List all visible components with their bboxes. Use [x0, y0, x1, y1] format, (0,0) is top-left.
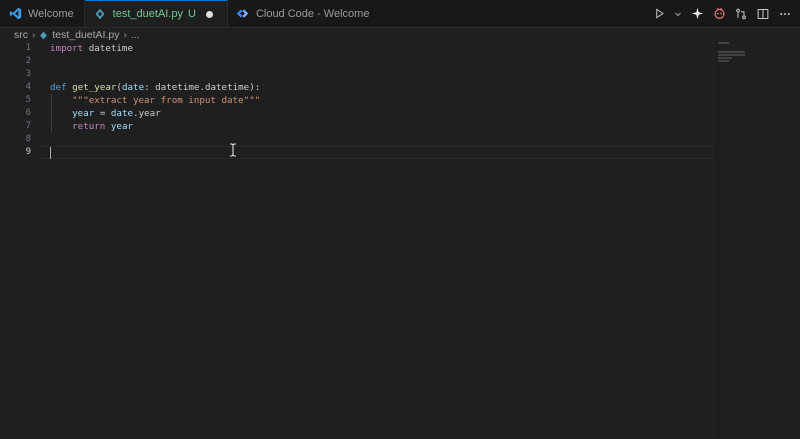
copilot-icon[interactable] [712, 7, 726, 21]
tab-cloud-code-welcome[interactable]: Cloud Code - Welcome [228, 0, 380, 27]
breadcrumb: src › test_duetAI.py › ... [14, 28, 140, 42]
python-icon [39, 31, 48, 40]
breadcrumb-symbols[interactable]: ... [131, 29, 140, 41]
editor-ruler [713, 42, 714, 439]
code-token: def [50, 82, 67, 93]
line-number: 2 [25, 56, 31, 66]
minimap-line [718, 60, 729, 62]
code-token: date [110, 108, 134, 119]
code-token: import [50, 43, 84, 54]
line-number: 4 [25, 82, 31, 92]
code-line[interactable]: year = date.year [50, 107, 710, 120]
python-icon [93, 7, 107, 21]
sparkle-icon[interactable] [690, 7, 704, 21]
minimap[interactable] [718, 42, 758, 69]
code-token: = [94, 108, 111, 119]
line-number-gutter[interactable]: 1 2 3 4 5 6 7 8 9 [0, 42, 38, 159]
code-line[interactable]: """extract year from input date""" [50, 94, 710, 107]
editor-actions [652, 0, 792, 27]
line-number: 1 [25, 43, 31, 53]
code-line[interactable] [50, 133, 710, 146]
code-line[interactable]: return year [50, 120, 710, 133]
code-token: year [72, 108, 95, 119]
line-number: 7 [25, 121, 31, 131]
tab-test-duetai[interactable]: test_duetAI.py U [84, 0, 228, 27]
tab-label: test_duetAI.py [112, 8, 183, 20]
code-line[interactable] [50, 146, 710, 159]
code-content[interactable]: import datetime def get_year(date: datet… [50, 42, 710, 159]
chevron-right-icon: › [123, 29, 127, 41]
cloud-code-icon [236, 7, 250, 21]
code-editor[interactable]: 1 2 3 4 5 6 7 8 9 import datetime def get_year(d… [0, 42, 800, 439]
ibeam-cursor-icon [229, 143, 237, 157]
minimap-line [718, 57, 732, 59]
line-number: 3 [25, 69, 31, 79]
split-editor-icon[interactable] [756, 7, 770, 21]
chevron-right-icon: › [32, 29, 36, 41]
line-number: 5 [25, 95, 31, 105]
code-line[interactable]: import datetime [50, 42, 710, 55]
tab-welcome[interactable]: Welcome [0, 0, 85, 27]
line-number: 8 [25, 134, 31, 144]
tab-label: Welcome [28, 7, 74, 20]
code-token: year [110, 121, 134, 132]
more-icon[interactable] [778, 7, 792, 21]
vscode-logo-icon [8, 7, 22, 21]
minimap-line [718, 42, 729, 44]
minimap-line [718, 51, 745, 53]
breadcrumb-file[interactable]: test_duetAI.py [52, 29, 119, 41]
line-number: 6 [25, 108, 31, 118]
code-token: datetime [83, 43, 133, 54]
breadcrumb-folder[interactable]: src [14, 29, 28, 41]
code-token: get_year [72, 82, 117, 93]
code-line[interactable]: def get_year(date: datetime.datetime): [50, 81, 710, 94]
git-status-badge: U [187, 8, 196, 20]
line-number: 9 [25, 147, 31, 157]
run-icon[interactable] [652, 7, 666, 21]
code-line[interactable] [50, 55, 710, 68]
tab-label: Cloud Code - Welcome [255, 7, 370, 20]
code-token: """extract year from input date""" [72, 95, 261, 106]
chevron-down-icon[interactable] [674, 7, 682, 21]
code-line[interactable] [50, 68, 710, 81]
code-token: date [121, 82, 145, 93]
diff-icon[interactable] [734, 7, 748, 21]
code-token: .year [133, 108, 161, 119]
text-cursor [50, 147, 51, 159]
unsaved-dot-icon[interactable] [205, 10, 213, 18]
code-token: return [72, 121, 106, 132]
minimap-line [718, 54, 745, 56]
code-token: : datetime.datetime): [144, 82, 261, 93]
